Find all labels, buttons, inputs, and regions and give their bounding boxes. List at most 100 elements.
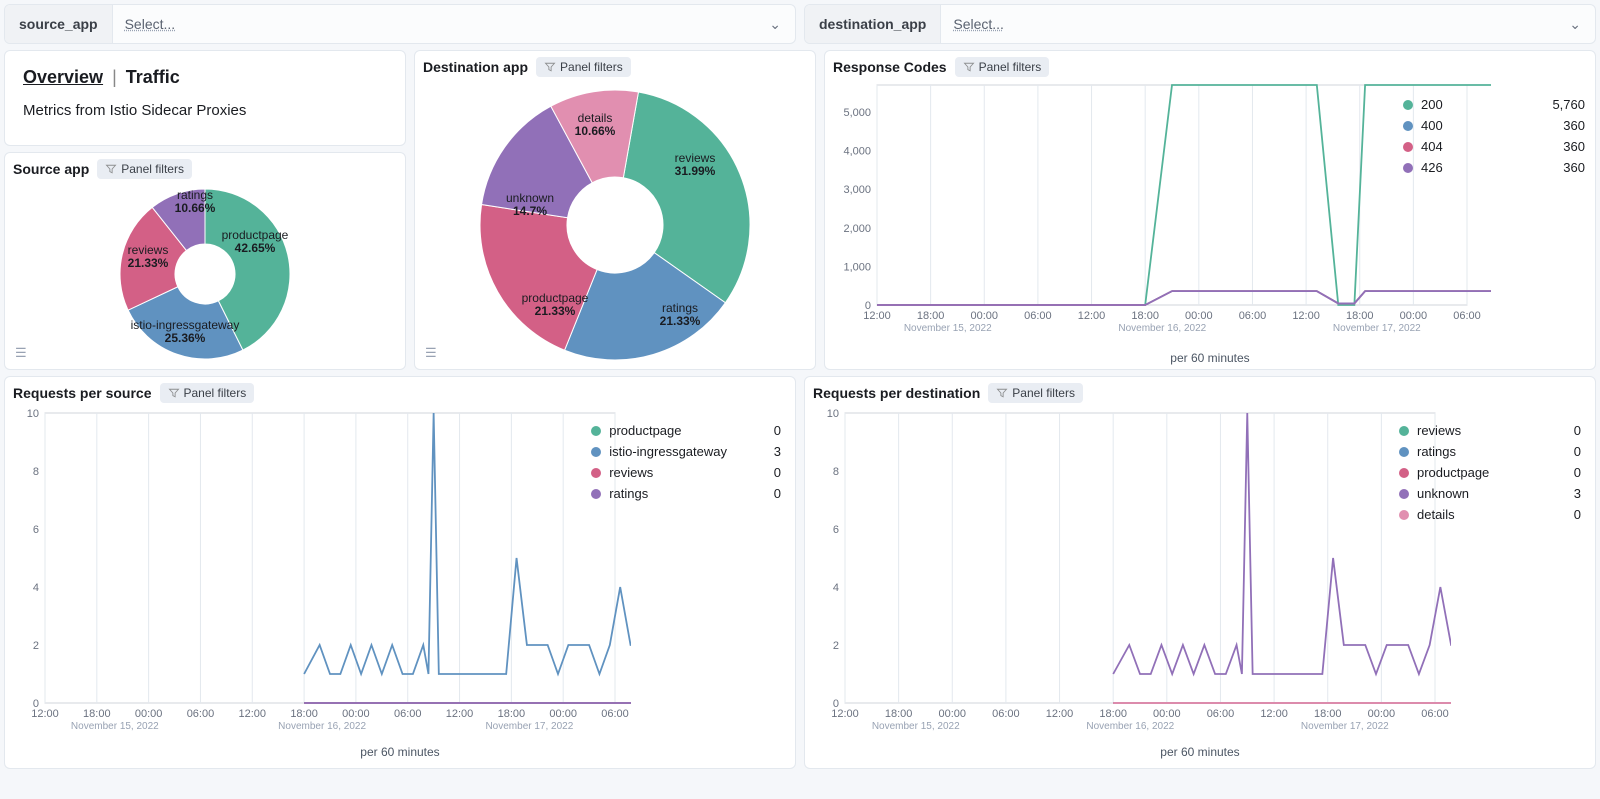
legend-item[interactable]: istio-ingressgateway3 [591, 444, 781, 459]
destination-app-filter-value: Select... [941, 16, 1555, 32]
svg-text:6: 6 [33, 524, 39, 536]
legend-toggle-icon[interactable]: ☰ [15, 345, 27, 361]
svg-text:November 15, 2022: November 15, 2022 [904, 323, 992, 334]
svg-text:November 15, 2022: November 15, 2022 [71, 721, 159, 732]
svg-text:25.36%: 25.36% [165, 331, 206, 345]
svg-text:November 17, 2022: November 17, 2022 [1301, 721, 1389, 732]
legend-item[interactable]: reviews0 [591, 465, 781, 480]
legend-value: 5,760 [1539, 97, 1585, 112]
svg-text:06:00: 06:00 [1453, 310, 1481, 322]
legend-dot-icon [1403, 100, 1413, 110]
legend-value: 0 [1535, 507, 1581, 522]
legend-value: 360 [1539, 160, 1585, 175]
legend-value: 360 [1539, 139, 1585, 154]
legend-item[interactable]: productpage0 [591, 423, 781, 438]
legend-item[interactable]: reviews0 [1399, 423, 1581, 438]
svg-text:8: 8 [833, 466, 839, 478]
legend-name: productpage [1417, 465, 1527, 480]
legend-item[interactable]: 404360 [1403, 139, 1585, 154]
legend-dot-icon [1399, 447, 1409, 457]
destination-app-panel: Destination app Panel filters reviews31.… [414, 50, 816, 370]
overview-link[interactable]: Overview [23, 67, 103, 87]
svg-text:12:00: 12:00 [239, 708, 267, 720]
legend-value: 0 [735, 423, 781, 438]
svg-text:31.99%: 31.99% [675, 164, 716, 178]
x-axis-label: per 60 minutes [825, 351, 1595, 369]
chevron-down-icon: ⌄ [755, 16, 795, 33]
legend-item[interactable]: 2005,760 [1403, 97, 1585, 112]
legend-name: ratings [609, 486, 727, 501]
svg-text:reviews: reviews [128, 243, 169, 257]
svg-text:November 16, 2022: November 16, 2022 [1118, 323, 1206, 334]
legend-dot-icon [591, 468, 601, 478]
requests-per-destination-title: Requests per destination [813, 385, 980, 401]
filter-icon [168, 387, 180, 399]
filter-icon [996, 387, 1008, 399]
svg-text:November 16, 2022: November 16, 2022 [278, 721, 366, 732]
svg-text:ratings: ratings [177, 188, 213, 202]
svg-text:00:00: 00:00 [135, 708, 163, 720]
svg-text:November 15, 2022: November 15, 2022 [872, 721, 960, 732]
filter-icon [105, 163, 117, 175]
svg-text:06:00: 06:00 [992, 708, 1020, 720]
legend-value: 0 [735, 465, 781, 480]
svg-text:06:00: 06:00 [394, 708, 422, 720]
svg-text:4: 4 [833, 582, 839, 594]
x-axis-label: per 60 minutes [5, 745, 795, 763]
svg-text:November 17, 2022: November 17, 2022 [485, 721, 573, 732]
svg-text:2: 2 [33, 640, 39, 652]
legend-dot-icon [1399, 468, 1409, 478]
destination-app-filter[interactable]: destination_app Select... ⌄ [804, 4, 1596, 44]
svg-text:00:00: 00:00 [1153, 708, 1181, 720]
requests-per-destination-chart: 024681012:0018:0000:0006:0012:0018:0000:… [811, 405, 1451, 741]
svg-text:12:00: 12:00 [446, 708, 474, 720]
svg-text:18:00: 18:00 [1099, 708, 1127, 720]
response-codes-legend: 2005,760400360404360426360 [1403, 97, 1585, 175]
legend-item[interactable]: 400360 [1403, 118, 1585, 133]
response-codes-title: Response Codes [833, 59, 947, 75]
source-app-filter[interactable]: source_app Select... ⌄ [4, 4, 796, 44]
legend-item[interactable]: unknown3 [1399, 486, 1581, 501]
svg-text:4,000: 4,000 [843, 146, 871, 158]
legend-dot-icon [591, 489, 601, 499]
requests-per-source-panel: Requests per source Panel filters 024681… [4, 376, 796, 769]
svg-text:5,000: 5,000 [843, 107, 871, 119]
svg-text:November 16, 2022: November 16, 2022 [1086, 721, 1174, 732]
legend-item[interactable]: ratings0 [1399, 444, 1581, 459]
svg-text:18:00: 18:00 [1346, 310, 1374, 322]
svg-text:1,000: 1,000 [843, 261, 871, 273]
panel-filters-chip[interactable]: Panel filters [536, 57, 631, 77]
legend-dot-icon [591, 426, 601, 436]
legend-item[interactable]: details0 [1399, 507, 1581, 522]
legend-dot-icon [1399, 489, 1409, 499]
legend-name: 400 [1421, 118, 1531, 133]
legend-name: reviews [1417, 423, 1527, 438]
legend-value: 0 [735, 486, 781, 501]
svg-text:00:00: 00:00 [1400, 310, 1428, 322]
response-codes-panel: Response Codes Panel filters 01,0002,000… [824, 50, 1596, 370]
svg-text:12:00: 12:00 [831, 708, 859, 720]
panel-filters-chip[interactable]: Panel filters [988, 383, 1083, 403]
svg-text:12:00: 12:00 [1292, 310, 1320, 322]
panel-filters-chip[interactable]: Panel filters [955, 57, 1050, 77]
svg-text:12:00: 12:00 [1078, 310, 1106, 322]
legend-item[interactable]: 426360 [1403, 160, 1585, 175]
filter-icon [544, 61, 556, 73]
svg-text:42.65%: 42.65% [235, 241, 276, 255]
legend-item[interactable]: ratings 0 [591, 486, 781, 501]
requests-per-source-chart: 024681012:0018:0000:0006:0012:0018:0000:… [11, 405, 631, 741]
svg-text:00:00: 00:00 [971, 310, 999, 322]
svg-text:00:00: 00:00 [342, 708, 370, 720]
legend-dot-icon [1403, 163, 1413, 173]
legend-toggle-icon[interactable]: ☰ [425, 345, 437, 361]
destination-app-filter-label: destination_app [805, 5, 941, 43]
svg-text:istio-ingressgateway: istio-ingressgateway [131, 318, 240, 332]
svg-text:21.33%: 21.33% [535, 304, 576, 318]
legend-name: unknown [1417, 486, 1527, 501]
panel-filters-chip[interactable]: Panel filters [97, 159, 192, 179]
legend-item[interactable]: productpage0 [1399, 465, 1581, 480]
legend-name: ratings [1417, 444, 1527, 459]
svg-text:2: 2 [833, 640, 839, 652]
panel-filters-chip[interactable]: Panel filters [160, 383, 255, 403]
source-app-panel: Source app Panel filters productpage42.6… [4, 152, 406, 370]
